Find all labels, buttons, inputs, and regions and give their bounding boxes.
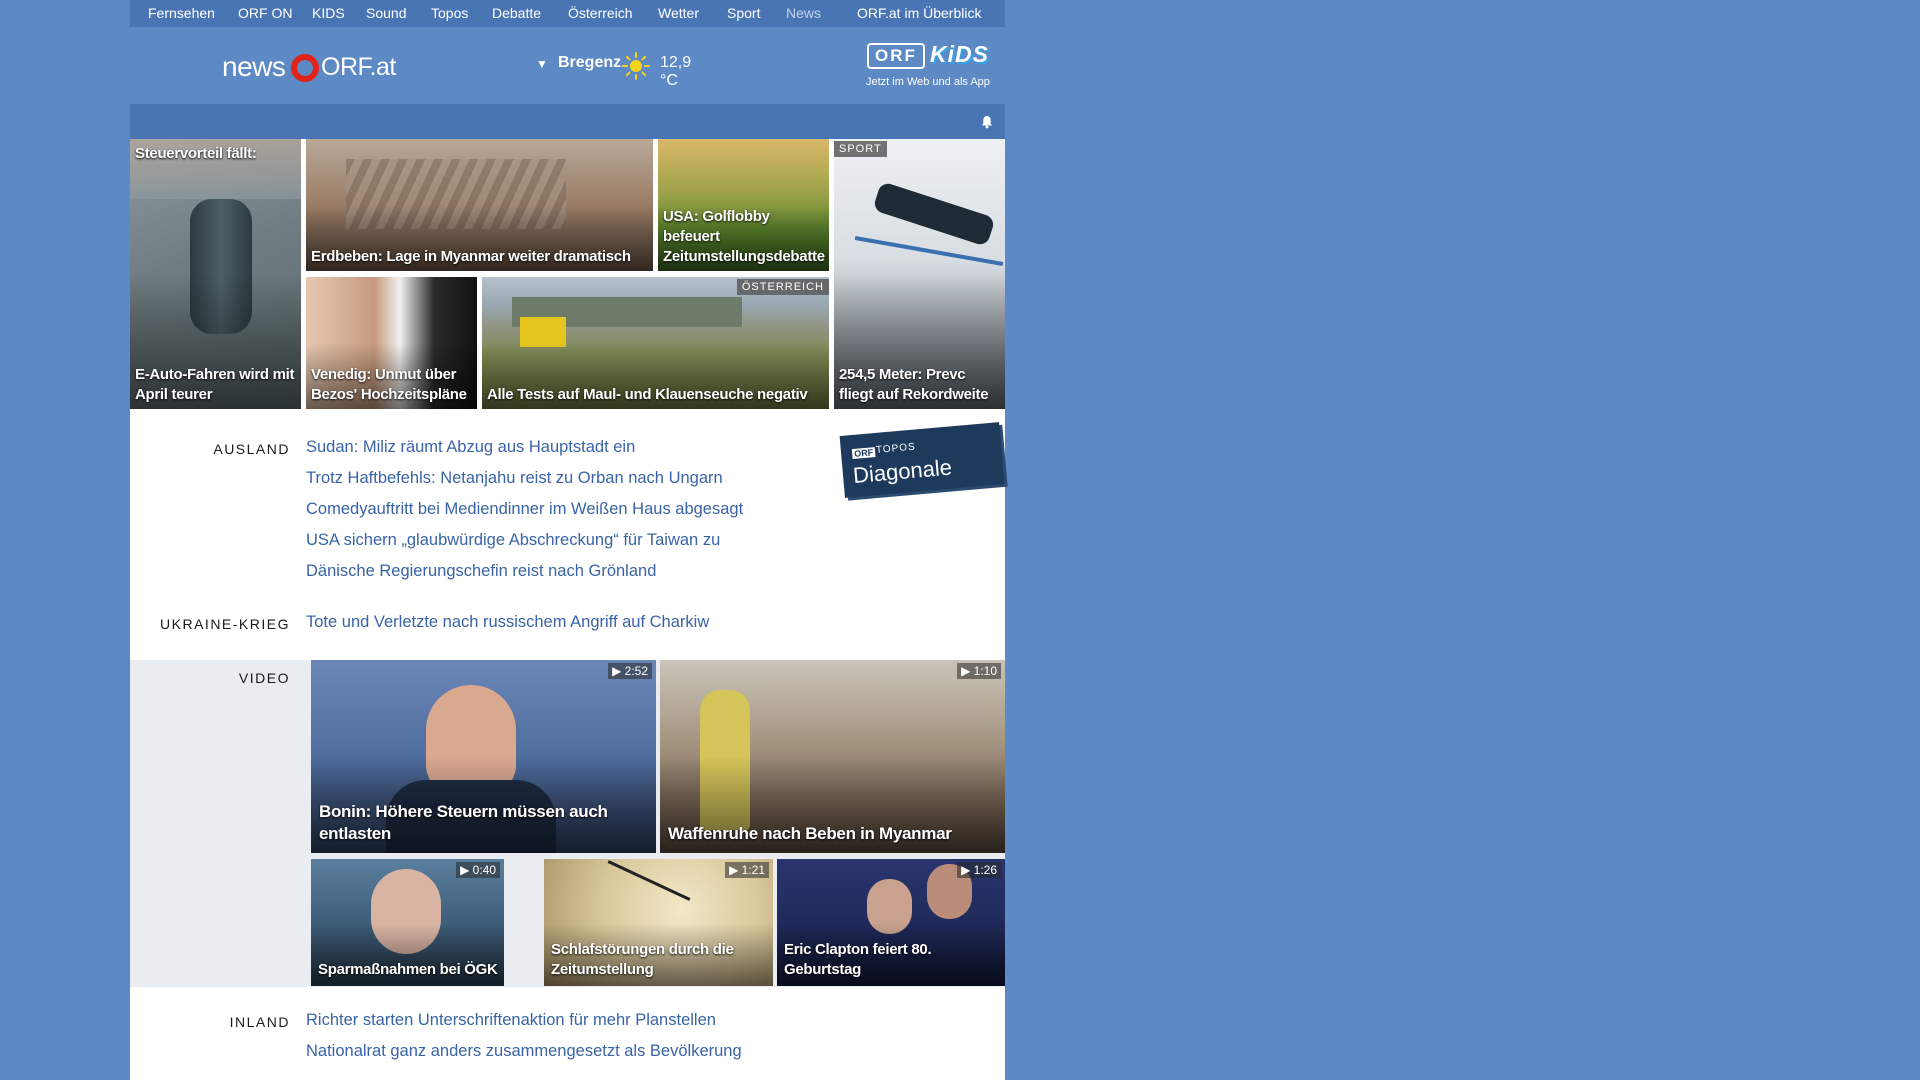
logo-orf-text: ORF.at xyxy=(321,53,396,81)
teaser-tile-e-auto[interactable]: Steuervorteil fällt: E-Auto-Fahren wird … xyxy=(130,139,301,409)
section-label-ukraine: UKRAINE-KRIEG xyxy=(160,616,290,632)
headline-link[interactable]: Nationalrat ganz anders zusammengesetzt … xyxy=(306,1042,742,1061)
section-label-ausland: AUSLAND xyxy=(213,441,290,457)
headline-link[interactable]: Tote und Verletzte nach russischem Angri… xyxy=(306,613,709,632)
nav-kids[interactable]: KIDS xyxy=(312,5,345,21)
sun-icon xyxy=(622,52,650,80)
weather-temperature: 12,9 °C xyxy=(660,54,692,89)
video-caption: Eric Clapton feiert 80. Geburtstag xyxy=(784,941,932,978)
headline-link[interactable]: Sudan: Miliz räumt Abzug aus Hauptstadt … xyxy=(306,438,635,457)
teaser-tile-erdbeben[interactable]: Erdbeben: Lage in Myanmar weiter dramati… xyxy=(306,139,653,271)
duration-text: 2:52 xyxy=(624,664,648,678)
topos-label: TOPOS xyxy=(875,441,917,456)
nav-overview[interactable]: ORF.at im Überblick xyxy=(857,5,981,21)
kids-logo-text: KiDS xyxy=(930,41,989,67)
ski-jumper-image xyxy=(872,181,996,247)
tile-caption: 254,5 Meter: Prevc fliegt auf Rekordweit… xyxy=(839,366,989,403)
teaser-tile-klauenseuche[interactable]: ÖSTERREICH Alle Tests auf Maul- und Klau… xyxy=(482,277,829,409)
headline-link[interactable]: Comedyauftritt bei Mediendinner im Weiße… xyxy=(306,500,743,519)
main-column: Fernsehen ORF ON KIDS Sound Topos Debatt… xyxy=(130,0,1005,1080)
nav-orf-on[interactable]: ORF ON xyxy=(238,5,292,21)
nav-topos[interactable]: Topos xyxy=(431,5,468,21)
bell-icon[interactable] xyxy=(980,115,994,129)
kids-tagline: Jetzt im Web und als App xyxy=(866,76,990,88)
nav-fernsehen[interactable]: Fernsehen xyxy=(148,5,215,21)
headline-link[interactable]: Trotz Haftbefehls: Netanjahu reist zu Or… xyxy=(306,469,723,488)
duration-text: 0:40 xyxy=(472,863,496,877)
weather-city[interactable]: Bregenz xyxy=(558,54,621,72)
topos-title: Diagonale xyxy=(852,454,953,489)
headline-link[interactable]: Richter starten Unterschriftenaktion für… xyxy=(306,1011,716,1030)
headline-link[interactable]: Dänische Regierungschefin reist nach Grö… xyxy=(306,562,656,581)
nav-news[interactable]: News xyxy=(786,5,821,21)
nav-wetter[interactable]: Wetter xyxy=(658,5,699,21)
video-duration: ▶ 1:21 xyxy=(725,862,769,878)
video-duration: ▶ 1:10 xyxy=(957,663,1001,679)
tile-caption: Erdbeben: Lage in Myanmar weiter dramati… xyxy=(311,248,631,265)
nav-debatte[interactable]: Debatte xyxy=(492,5,541,21)
clock-hand-image xyxy=(607,860,691,901)
video-duration: ▶ 0:40 xyxy=(456,862,500,878)
nav-oesterreich[interactable]: Österreich xyxy=(568,5,633,21)
section-label-video: VIDEO xyxy=(238,670,290,686)
nav-sport[interactable]: Sport xyxy=(727,5,760,21)
video-tile-bonin[interactable]: ▶ 2:52 Bonin: Höhere Steuern müssen auch… xyxy=(311,660,656,853)
video-caption: Schlafstörungen durch die Zeitumstellung xyxy=(551,941,734,978)
video-duration: ▶ 1:26 xyxy=(957,862,1001,878)
video-tile-myanmar[interactable]: ▶ 1:10 Waffenruhe nach Beben in Myanmar xyxy=(660,660,1005,853)
video-caption: Waffenruhe nach Beben in Myanmar xyxy=(668,824,952,843)
video-tile-schlaf[interactable]: ▶ 1:21 Schlafstörungen durch die Zeitums… xyxy=(544,859,773,986)
tile-caption: E-Auto-Fahren wird mit April teurer xyxy=(135,366,295,403)
nav-sound[interactable]: Sound xyxy=(366,5,406,21)
dropdown-triangle-icon[interactable]: ▼ xyxy=(536,57,548,71)
tile-caption: Alle Tests auf Maul- und Klauenseuche ne… xyxy=(487,386,808,403)
duration-text: 1:10 xyxy=(973,664,997,678)
top-navigation: Fernsehen ORF ON KIDS Sound Topos Debatt… xyxy=(130,0,1005,27)
teaser-tile-venedig[interactable]: Venedig: Unmut über Bezos' Hochzeitsplän… xyxy=(306,277,477,409)
teaser-tile-golf[interactable]: USA: Golflobby befeuert Zeitumstellungsd… xyxy=(658,139,829,271)
headline-link[interactable]: USA sichern „glaubwürdige Abschreckung“ … xyxy=(306,531,720,550)
section-badge: SPORT xyxy=(834,141,887,157)
topos-diagonale-promo[interactable]: ORF TOPOS Diagonale xyxy=(839,422,1005,498)
orf-mini-logo: ORF xyxy=(851,447,876,460)
orf-logo-box: ORF xyxy=(867,43,925,69)
video-tile-oegk[interactable]: ▶ 0:40 Sparmaßnahmen bei ÖGK xyxy=(311,859,504,986)
section-badge: ÖSTERREICH xyxy=(736,279,829,295)
video-caption: Sparmaßnahmen bei ÖGK xyxy=(318,961,498,978)
subheader-strip xyxy=(130,104,1005,139)
logo-news-text: news xyxy=(222,51,286,82)
duration-text: 1:26 xyxy=(973,863,997,877)
section-label-inland: INLAND xyxy=(229,1014,290,1030)
teaser-tile-skiflug[interactable]: SPORT 254,5 Meter: Prevc fliegt auf Reko… xyxy=(834,139,1005,409)
tile-caption: USA: Golflobby befeuert Zeitumstellungsd… xyxy=(663,208,825,265)
orf-kids-promo[interactable]: ORF KiDS Jetzt im Web und als App xyxy=(866,41,1002,95)
duration-text: 1:21 xyxy=(741,863,765,877)
video-caption: Bonin: Höhere Steuern müssen auch entlas… xyxy=(319,802,608,843)
header: news ORF.at ▼ Bregenz 12,9 °C ORF KiDS J… xyxy=(130,27,1005,104)
tile-caption: Venedig: Unmut über Bezos' Hochzeitsplän… xyxy=(311,366,467,403)
tile-top-label: Steuervorteil fällt: xyxy=(135,145,257,162)
content-area: Steuervorteil fällt: E-Auto-Fahren wird … xyxy=(130,139,1005,1080)
orf-eye-icon xyxy=(291,54,319,82)
video-tile-clapton[interactable]: ▶ 1:26 Eric Clapton feiert 80. Geburtsta… xyxy=(777,859,1005,986)
video-duration: ▶ 2:52 xyxy=(608,663,652,679)
